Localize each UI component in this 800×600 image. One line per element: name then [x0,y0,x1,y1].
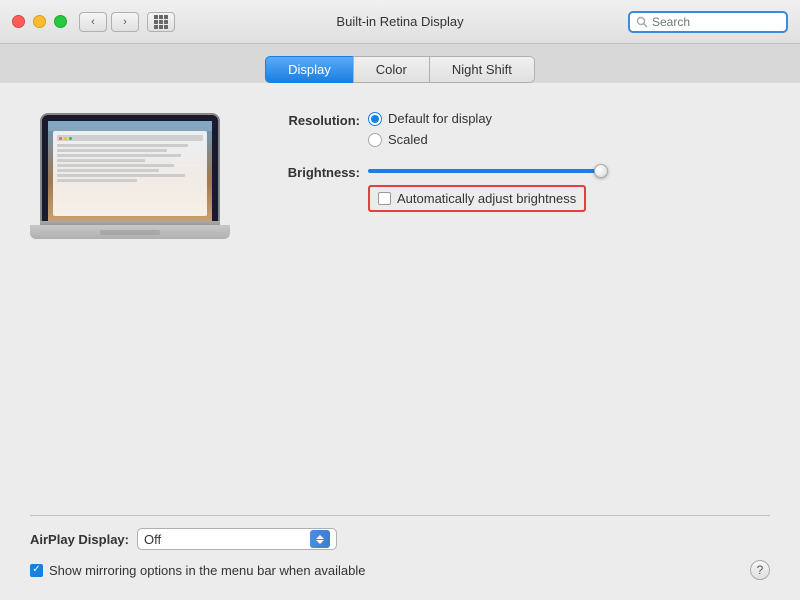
brightness-control: Automatically adjust brightness [368,163,608,212]
settings-area: Resolution: Default for display Scaled [260,103,770,515]
chevron-down-icon [316,540,324,544]
airplay-select[interactable]: Off [137,528,337,550]
auto-brightness-wrapper[interactable]: Automatically adjust brightness [368,185,586,212]
airplay-label: AirPlay Display: [30,532,129,547]
chevron-up-icon [316,535,324,539]
resolution-control: Default for display Scaled [368,111,492,147]
forward-button[interactable]: › [111,12,139,32]
screen-line [57,169,159,172]
screen-desktop [48,121,212,221]
main-content: Display Color Night Shift [0,44,800,600]
airplay-row: AirPlay Display: Off [30,528,770,550]
screen-line [57,144,188,147]
mirroring-label: Show mirroring options in the menu bar w… [49,563,366,578]
mirroring-checkbox[interactable]: ✓ [30,564,43,577]
bottom-section: AirPlay Display: Off ✓ Show mirroring op… [30,515,770,580]
resolution-scaled-label: Scaled [388,132,428,147]
back-button[interactable]: ‹ [79,12,107,32]
tab-display[interactable]: Display [265,56,353,83]
brightness-slider[interactable] [368,163,608,179]
resolution-scaled-radio[interactable] [368,133,382,147]
display-section: Resolution: Default for display Scaled [30,103,770,515]
resolution-default-label: Default for display [388,111,492,126]
screen-line [57,179,137,182]
grid-icon [154,15,168,29]
screen-content-area [48,121,212,221]
auto-brightness-label: Automatically adjust brightness [397,191,576,206]
search-box[interactable] [628,11,788,33]
screen-line [57,154,181,157]
resolution-label: Resolution: [260,111,360,128]
laptop-screen [40,113,220,221]
resolution-row: Resolution: Default for display Scaled [260,111,770,147]
screen-window [53,131,207,216]
radio-inner [371,115,379,123]
laptop-trackpad [100,230,160,235]
airplay-value: Off [144,532,310,547]
panel: Resolution: Default for display Scaled [0,83,800,600]
slider-track [368,169,608,173]
tab-color[interactable]: Color [353,56,430,83]
nav-buttons: ‹ › [79,12,139,32]
search-icon [636,16,648,28]
screen-line [57,174,185,177]
laptop-preview [30,103,230,515]
laptop-base [30,225,230,239]
mirroring-row: ✓ Show mirroring options in the menu bar… [30,563,366,578]
resolution-scaled-option[interactable]: Scaled [368,132,492,147]
tab-night-shift[interactable]: Night Shift [430,56,535,83]
search-input[interactable] [652,15,780,29]
screen-max-dot [69,137,72,140]
brightness-slider-row [368,163,608,179]
close-button[interactable] [12,15,25,28]
airplay-chevron-icon [310,530,330,548]
brightness-row: Brightness: Automat [260,163,770,212]
screen-menubar [48,121,212,131]
maximize-button[interactable] [54,15,67,28]
auto-brightness-checkbox[interactable] [378,192,391,205]
auto-brightness-row: Automatically adjust brightness [368,185,608,212]
resolution-default-radio[interactable] [368,112,382,126]
slider-thumb[interactable] [594,164,608,178]
screen-line [57,149,167,152]
screen-min-dot [64,137,67,140]
minimize-button[interactable] [33,15,46,28]
tabs-bar: Display Color Night Shift [0,44,800,83]
screen-line [57,164,174,167]
resolution-default-option[interactable]: Default for display [368,111,492,126]
screen-lines [57,144,203,182]
grid-button[interactable] [147,12,175,32]
screen-close-dot [59,137,62,140]
screen-window-bar [57,135,203,141]
screen-line [57,159,145,162]
window-title: Built-in Retina Display [336,14,463,29]
titlebar: ‹ › Built-in Retina Display [0,0,800,44]
laptop-image [30,113,230,239]
bottom-flex: ✓ Show mirroring options in the menu bar… [30,560,770,580]
brightness-label: Brightness: [260,163,360,180]
traffic-lights [12,15,67,28]
help-button[interactable]: ? [750,560,770,580]
checkmark-icon: ✓ [32,565,40,575]
